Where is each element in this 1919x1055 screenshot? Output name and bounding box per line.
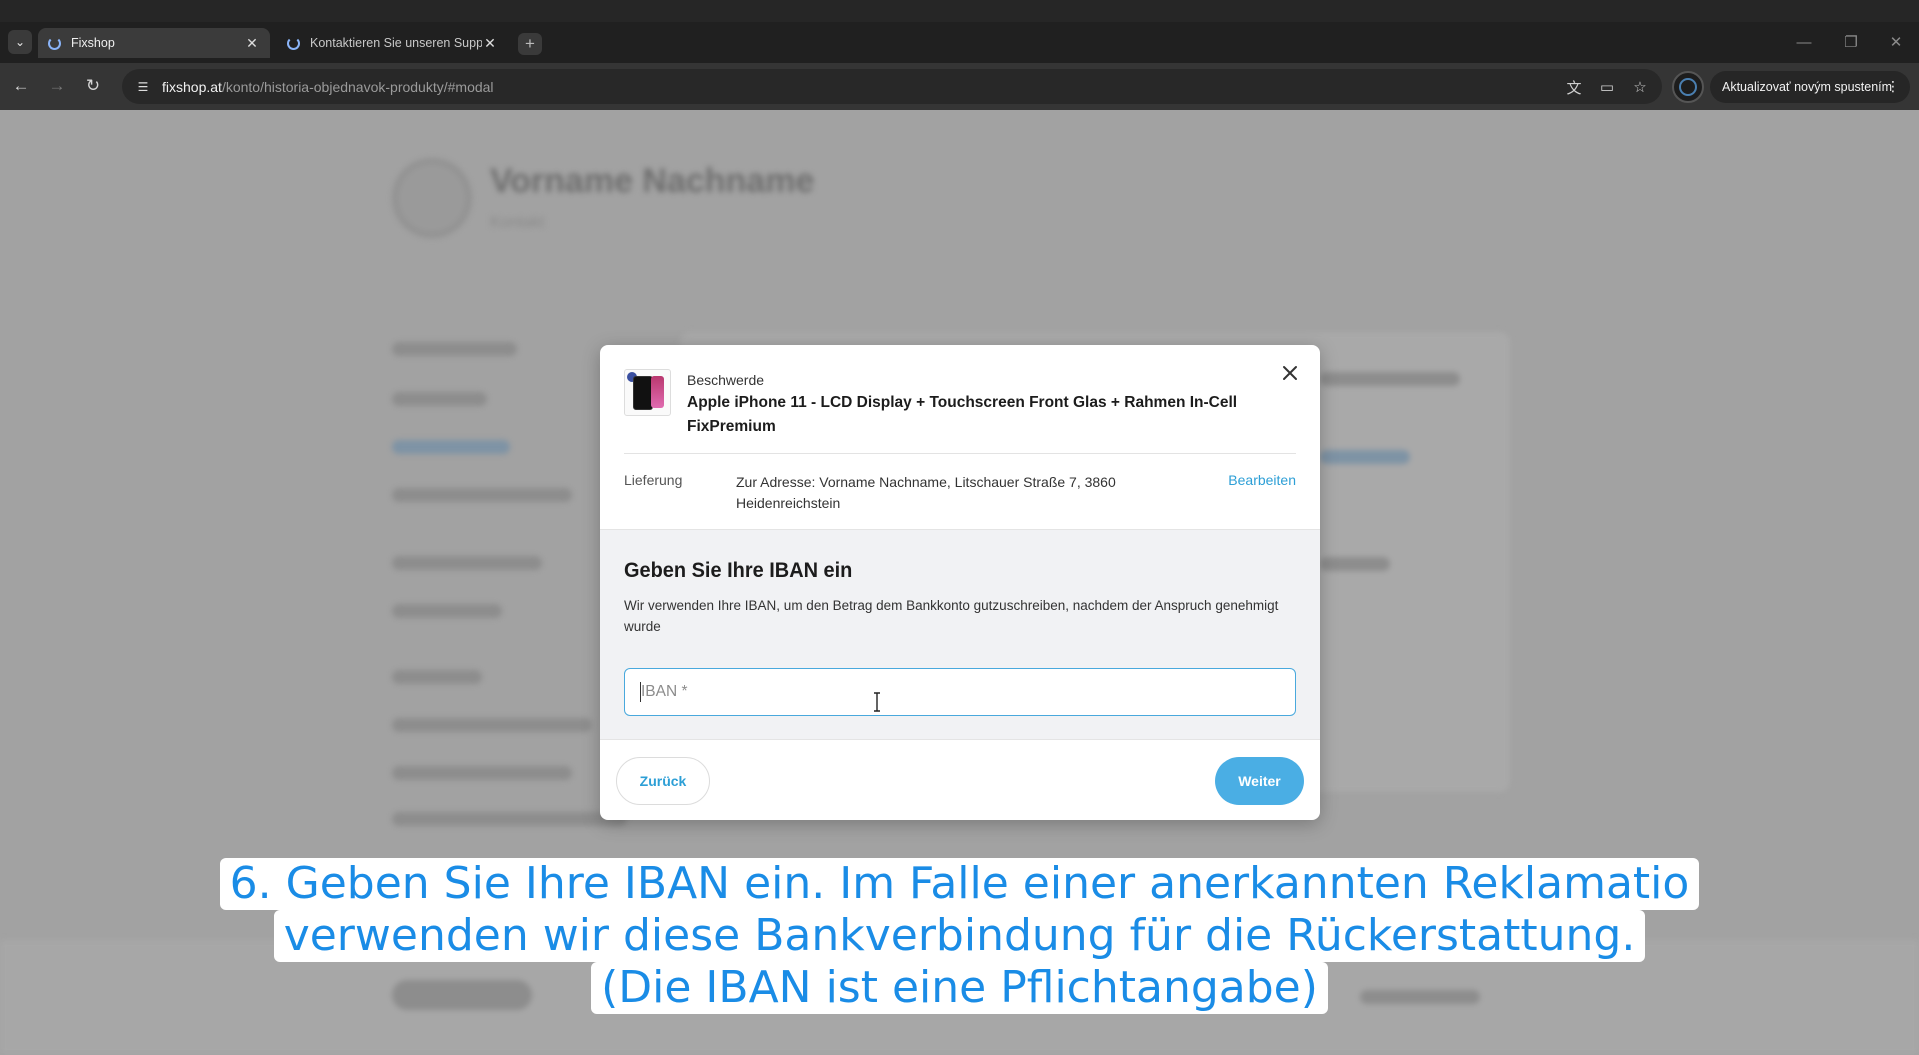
address-bar[interactable]: ☰ fixshop.at/konto/historia-objednavok-p… xyxy=(122,69,1662,104)
star-icon[interactable]: ☆ xyxy=(1628,75,1652,99)
plus-icon: + xyxy=(525,34,535,53)
caption-line-3: (Die IBAN ist eine Pflichtangabe) xyxy=(591,962,1328,1014)
window-top-strip xyxy=(0,0,1919,22)
update-button[interactable]: Aktualizovať novým spustením ⋮ xyxy=(1710,71,1910,103)
placeholder-line xyxy=(1320,372,1460,386)
placeholder-line xyxy=(392,392,487,406)
close-icon: ✕ xyxy=(1889,34,1903,51)
next-button[interactable]: Weiter xyxy=(1215,757,1304,805)
loading-icon xyxy=(287,36,300,50)
iban-section-title: Geben Sie Ihre IBAN ein xyxy=(624,559,853,582)
placeholder-line xyxy=(392,812,627,826)
placeholder-line xyxy=(392,342,517,356)
minimize-icon: — xyxy=(1796,33,1812,51)
placeholder-line xyxy=(392,766,572,780)
ibeam-cursor-icon xyxy=(874,692,880,712)
modal-footer: Zurück Weiter xyxy=(600,740,1320,820)
delivery-address: Zur Adresse: Vorname Nachname, Litschaue… xyxy=(736,474,1116,511)
edit-delivery-link[interactable]: Bearbeiten xyxy=(1228,472,1296,488)
new-tab-button[interactable]: + xyxy=(518,33,542,55)
tab-title: Kontaktieren Sie unseren Supp xyxy=(310,36,482,50)
delivery-label: Lieferung xyxy=(624,472,683,488)
close-icon[interactable] xyxy=(1278,361,1302,385)
placeholder-line xyxy=(392,440,510,454)
placeholder-line xyxy=(392,718,592,732)
placeholder-line xyxy=(1320,450,1410,464)
arrow-right-icon: → xyxy=(48,76,66,95)
modal-kicker: Beschwerde xyxy=(687,372,765,388)
caption-line-2: verwenden wir diese Bankverbindung für d… xyxy=(273,910,1646,962)
url-host: fixshop.at xyxy=(162,78,222,95)
back-button[interactable]: Zurück xyxy=(616,757,710,805)
account-name: Vorname Nachname xyxy=(490,162,815,200)
site-info-icon[interactable]: ☰ xyxy=(134,78,152,96)
restore-icon: ❐ xyxy=(1844,34,1858,51)
navigation-bar: ← → ↻ ☰ fixshop.at/konto/historia-objedn… xyxy=(0,63,1919,110)
loading-icon xyxy=(48,36,61,50)
placeholder-line xyxy=(392,670,482,684)
placeholder-line xyxy=(392,604,502,618)
back-nav-button[interactable]: ← xyxy=(8,73,34,99)
more-icon[interactable]: ⋮ xyxy=(1886,78,1900,95)
chevron-down-icon: ⌄ xyxy=(14,35,26,49)
reload-button[interactable]: ↻ xyxy=(80,73,106,99)
forward-nav-button[interactable]: → xyxy=(44,73,70,99)
tutorial-caption: 6. Geben Sie Ihre IBAN ein. Im Falle ein… xyxy=(0,858,1919,1014)
placeholder-line xyxy=(1320,557,1390,571)
close-icon[interactable]: ✕ xyxy=(244,35,260,52)
placeholder-line xyxy=(392,556,542,570)
tab-search-button[interactable]: ⌄ xyxy=(8,30,32,54)
complaint-modal: Beschwerde Apple iPhone 11 - LCD Display… xyxy=(600,345,1320,820)
caption-line-1: 6. Geben Sie Ihre IBAN ein. Im Falle ein… xyxy=(219,858,1700,910)
update-label: Aktualizovať novým spustením xyxy=(1722,80,1893,94)
card-icon[interactable]: ▭ xyxy=(1595,75,1619,99)
tab-support[interactable]: Kontaktieren Sie unseren Supp ✕ xyxy=(277,28,508,58)
tab-title: Fixshop xyxy=(71,36,115,50)
product-thumbnail xyxy=(624,369,671,416)
header-divider xyxy=(624,453,1296,454)
text-caret xyxy=(640,682,641,702)
iban-section: Geben Sie Ihre IBAN ein Wir verwenden Ih… xyxy=(600,529,1320,740)
arrow-left-icon: ← xyxy=(12,76,30,95)
placeholder-line xyxy=(392,488,572,502)
account-subtitle: Kontakt xyxy=(490,214,545,231)
product-title: Apple iPhone 11 - LCD Display + Touchscr… xyxy=(687,394,1238,435)
iban-section-description: Wir verwenden Ihre IBAN, um den Betrag d… xyxy=(624,598,1279,634)
restore-button[interactable]: ❐ xyxy=(1837,30,1865,54)
modal-header: Beschwerde Apple iPhone 11 - LCD Display… xyxy=(600,345,1320,529)
translate-icon[interactable]: 文 xyxy=(1562,75,1586,99)
account-avatar xyxy=(392,158,472,238)
profile-avatar[interactable] xyxy=(1672,71,1704,103)
iban-input[interactable] xyxy=(624,668,1296,716)
avatar-icon xyxy=(1679,78,1697,96)
phone-back-icon xyxy=(651,376,664,408)
phone-icon xyxy=(632,375,653,410)
close-window-button[interactable]: ✕ xyxy=(1882,30,1910,54)
reload-icon: ↻ xyxy=(85,76,101,95)
minimize-button[interactable]: — xyxy=(1790,30,1818,54)
close-icon[interactable]: ✕ xyxy=(482,35,498,52)
tab-fixshop[interactable]: Fixshop ✕ xyxy=(38,28,270,58)
url-path: /konto/historia-objednavok-produkty/#mod… xyxy=(221,78,494,95)
tab-bar: ⌄ Fixshop ✕ Kontaktieren Sie unseren Sup… xyxy=(0,22,1919,63)
